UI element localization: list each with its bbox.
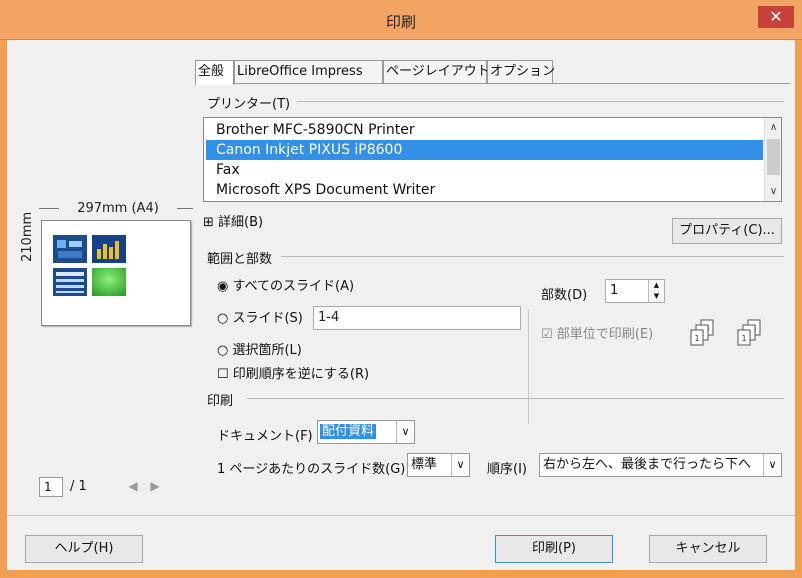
prev-page-icon: ◀	[128, 479, 138, 493]
range-section-label: 範囲と部数	[207, 252, 273, 267]
slides-per-page-label: 1 ページあたりのスライド数(G)	[217, 462, 406, 477]
document-select[interactable]: 配付資料 ∨	[317, 420, 415, 444]
radio-selected-icon: ◉	[217, 279, 229, 294]
slides-range-input[interactable]: 1-4	[313, 306, 521, 330]
range-separator	[528, 309, 529, 424]
radio-selection[interactable]: ○ 選択箇所(L)	[217, 339, 302, 358]
details-expander[interactable]: ⊞ 詳細(B)	[203, 211, 263, 230]
collate-pages-icon-2: 3 2 1	[737, 319, 761, 346]
radio-slides[interactable]: ○ スライド(S)	[217, 307, 303, 326]
footer-separator	[7, 515, 795, 516]
reverse-order-checkbox[interactable]: ☐ 印刷順序を逆にする(R)	[217, 363, 369, 382]
radio-all-slides-label: すべてのスライド(A)	[232, 279, 355, 294]
checkbox-checked-icon: ☑	[541, 327, 553, 342]
collate-pages-icon: 3 2 1	[690, 319, 714, 346]
cancel-button[interactable]: キャンセル	[649, 535, 767, 563]
slide-thumbnail-3	[53, 268, 87, 296]
paper-width-label: 297mm (A4)	[77, 201, 159, 216]
checkbox-unchecked-icon: ☐	[217, 367, 229, 382]
tab-panel-general: プリンター(T) Brother MFC-5890CN Printer Cano…	[195, 83, 790, 497]
reverse-order-label: 印刷順序を逆にする(R)	[232, 367, 370, 382]
tab-libreoffice-impress[interactable]: LibreOffice Impress	[234, 60, 383, 84]
range-section-rule	[281, 256, 784, 257]
dialog-body: 297mm (A4) 210mm 1 / 1 ◀ ▶ 全般 LibreOffic…	[7, 40, 795, 570]
printer-section-rule	[297, 101, 784, 102]
slide-thumbnail-4	[92, 268, 126, 296]
copies-input[interactable]: 1 ▲ ▼	[605, 279, 665, 303]
paper-height-label: 210mm	[20, 211, 35, 262]
window-title: 印刷	[385, 13, 416, 31]
radio-unselected-icon: ○	[217, 311, 229, 326]
slide-thumbnail-2	[92, 235, 126, 263]
document-label: ドキュメント(F)	[217, 429, 313, 444]
printer-item[interactable]: Brother MFC-5890CN Printer	[206, 120, 763, 140]
copies-value: 1	[610, 283, 619, 298]
scroll-up-icon[interactable]: ∧	[765, 119, 781, 136]
svg-text:1: 1	[694, 334, 699, 343]
next-page-button[interactable]: ▶	[147, 476, 163, 496]
title-bar[interactable]: 印刷 ✕	[0, 0, 802, 40]
printer-list-scrollbar[interactable]: ∧ ∨	[764, 118, 781, 201]
svg-text:1: 1	[741, 334, 746, 343]
printer-item-selected[interactable]: Canon Inkjet PIXUS iP8600	[206, 140, 763, 160]
chevron-down-icon[interactable]: ∨	[451, 454, 469, 476]
print-section-label: 印刷	[207, 394, 234, 409]
radio-all-slides[interactable]: ◉ すべてのスライド(A)	[217, 275, 354, 294]
prev-page-button[interactable]: ◀	[125, 476, 141, 496]
order-select[interactable]: 右から左へ、最後まで行ったら下へ ∨	[539, 453, 782, 477]
scroll-thumb[interactable]	[767, 139, 780, 175]
print-button[interactable]: 印刷(P)	[495, 535, 613, 563]
collate-checkbox[interactable]: ☑ 部単位で印刷(E)	[541, 323, 653, 342]
chevron-down-icon[interactable]: ∨	[763, 454, 781, 476]
slides-per-page-value: 標準	[411, 457, 438, 472]
radio-unselected-icon: ○	[217, 343, 229, 358]
order-label: 順序(I)	[487, 462, 527, 477]
print-preview	[41, 220, 191, 326]
printer-section-label: プリンター(T)	[207, 97, 291, 112]
radio-slides-label: スライド(S)	[232, 311, 303, 326]
printer-list[interactable]: Brother MFC-5890CN Printer Canon Inkjet …	[203, 117, 782, 202]
collate-label: 部単位で印刷(E)	[556, 327, 654, 342]
tab-page-layout[interactable]: ページレイアウト	[383, 60, 490, 84]
document-value: 配付資料	[320, 424, 377, 439]
copies-label: 部数(D)	[541, 288, 588, 303]
slides-per-page-select[interactable]: 標準 ∨	[407, 453, 470, 477]
chevron-down-icon[interactable]: ∨	[396, 421, 414, 443]
slide-thumbnail-1	[53, 235, 87, 263]
print-dialog: 印刷 ✕ 297mm (A4) 210mm 1 / 1 ◀ ▶ 全般 Libre…	[0, 0, 802, 578]
next-page-icon: ▶	[150, 479, 160, 493]
details-label: 詳細(B)	[218, 215, 264, 230]
page-number-input[interactable]: 1	[39, 477, 63, 497]
spin-down-icon[interactable]: ▼	[649, 291, 664, 302]
order-value: 右から左へ、最後まで行ったら下へ	[543, 457, 752, 472]
properties-button[interactable]: プロパティ(C)...	[672, 218, 782, 244]
help-button[interactable]: ヘルプ(H)	[25, 535, 143, 563]
close-icon: ✕	[769, 7, 783, 26]
printer-item[interactable]: Microsoft XPS Document Writer	[206, 180, 763, 200]
tab-options[interactable]: オプション	[487, 60, 555, 84]
page-total: / 1	[70, 479, 87, 494]
scroll-down-icon[interactable]: ∨	[765, 183, 781, 200]
expand-icon: ⊞	[203, 215, 214, 230]
radio-selection-label: 選択箇所(L)	[232, 343, 302, 358]
print-section-rule	[247, 398, 784, 399]
copies-spinner[interactable]: ▲ ▼	[648, 280, 664, 302]
printer-item[interactable]: Fax	[206, 160, 763, 180]
tab-general[interactable]: 全般	[195, 60, 234, 85]
close-button[interactable]: ✕	[758, 6, 794, 28]
spin-up-icon[interactable]: ▲	[649, 280, 664, 291]
